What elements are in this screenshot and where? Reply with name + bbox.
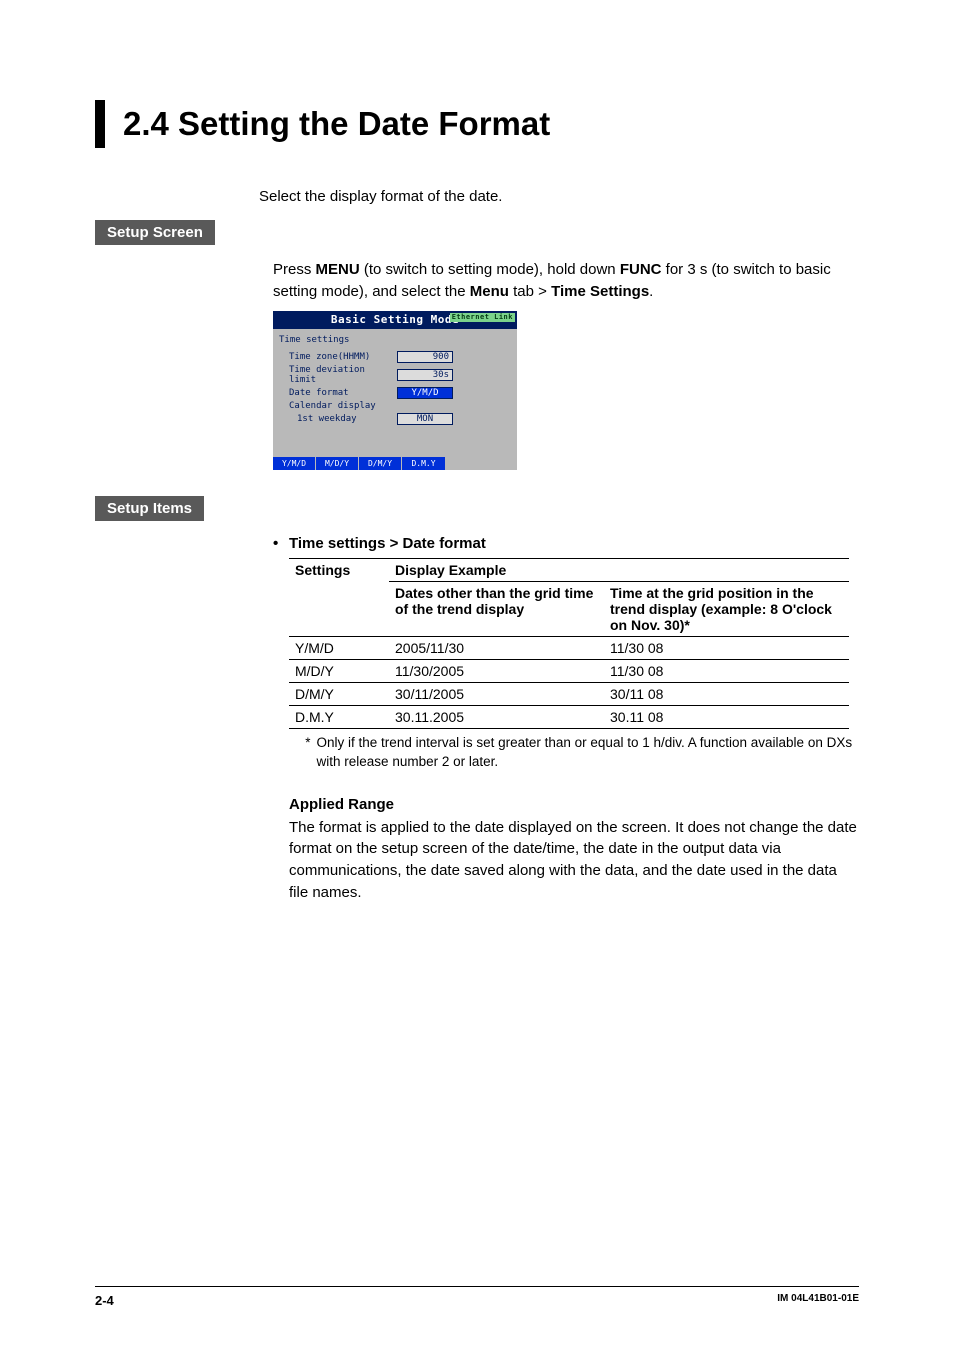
doc-id: IM 04L41B01-01E (777, 1293, 859, 1308)
kw-func: FUNC (620, 261, 662, 278)
applied-range-text: The format is applied to the date displa… (289, 817, 859, 904)
page-footer: 2-4 IM 04L41B01-01E (95, 1286, 859, 1308)
bullet-text: Time settings > Date format (289, 535, 486, 552)
footnote: * Only if the trend interval is set grea… (303, 733, 859, 772)
applied-range-heading: Applied Range (289, 796, 859, 813)
section-heading: 2.4 Setting the Date Format (95, 100, 859, 148)
device-heading: Time settings (279, 335, 511, 345)
wk-label: 1st weekday (279, 414, 397, 424)
cell-b: 11/30 08 (604, 636, 849, 659)
cell-a: 2005/11/30 (389, 636, 604, 659)
cell-s: D/M/Y (289, 682, 389, 705)
table-row: Y/M/D 2005/11/30 11/30 08 (289, 636, 849, 659)
bullet-row: • Time settings > Date format (273, 535, 859, 552)
cell-a: 11/30/2005 (389, 659, 604, 682)
kw-timesettings: Time Settings (551, 283, 649, 300)
th-col1: Dates other than the grid time of the tr… (389, 581, 604, 636)
heading-bar (95, 100, 105, 148)
softkey-dmy[interactable]: D/M/Y (359, 457, 402, 470)
tz-label: Time zone(HHMM) (279, 352, 397, 362)
date-format-table: Settings Display Example Dates other tha… (289, 558, 849, 729)
cell-s: M/D/Y (289, 659, 389, 682)
setup-items-label: Setup Items (95, 496, 204, 521)
cell-s: D.M.Y (289, 705, 389, 728)
row-dateformat: Date format Y/M/D (279, 387, 511, 399)
softkey-mdy[interactable]: M/D/Y (316, 457, 359, 470)
page: 2.4 Setting the Date Format Select the d… (0, 0, 954, 1350)
setup-screen-label: Setup Screen (95, 220, 215, 245)
fmt-label: Date format (279, 388, 397, 398)
device-body: Time settings Time zone(HHMM) 900 Time d… (273, 329, 517, 457)
fmt-field-selected[interactable]: Y/M/D (397, 387, 453, 399)
row-calendar: Calendar display (279, 401, 511, 411)
softkey-d-m-y[interactable]: D.M.Y (402, 457, 445, 470)
device-title-bar: Basic Setting Mode Ethernet Link (273, 311, 517, 329)
device-softkeys: Y/M/D M/D/Y D/M/Y D.M.Y (273, 457, 517, 470)
th-settings: Settings (289, 558, 389, 636)
cell-s: Y/M/D (289, 636, 389, 659)
footnote-text: Only if the trend interval is set greate… (317, 733, 859, 772)
wk-field[interactable]: MON (397, 413, 453, 425)
device-screenshot: Basic Setting Mode Ethernet Link Time se… (273, 311, 517, 470)
t: . (649, 283, 653, 300)
cell-a: 30/11/2005 (389, 682, 604, 705)
footnote-mark: * (303, 733, 317, 772)
th-example: Display Example (389, 558, 849, 581)
dev-label: Time deviation limit (279, 365, 397, 385)
cell-a: 30.11.2005 (389, 705, 604, 728)
bullet-icon: • (273, 535, 289, 552)
softkey-ymd[interactable]: Y/M/D (273, 457, 316, 470)
th-col2: Time at the grid position in the trend d… (604, 581, 849, 636)
cal-label: Calendar display (279, 401, 397, 411)
device-title: Basic Setting Mode (331, 313, 459, 326)
table-row: D/M/Y 30/11/2005 30/11 08 (289, 682, 849, 705)
row-timezone: Time zone(HHMM) 900 (279, 351, 511, 363)
heading-text: 2.4 Setting the Date Format (123, 105, 550, 143)
row-deviation: Time deviation limit 30s (279, 365, 511, 385)
row-weekday: 1st weekday MON (279, 413, 511, 425)
body: Select the display format of the date. S… (259, 188, 859, 904)
kw-menu2: Menu (470, 283, 509, 300)
t: (to switch to setting mode), hold down (360, 261, 620, 278)
cell-b: 11/30 08 (604, 659, 849, 682)
tz-field[interactable]: 900 (397, 351, 453, 363)
intro-text: Select the display format of the date. (259, 188, 859, 205)
t: Press (273, 261, 316, 278)
setup-instructions: Press MENU (to switch to setting mode), … (273, 259, 859, 303)
kw-menu: MENU (316, 261, 360, 278)
cell-b: 30.11 08 (604, 705, 849, 728)
dev-field[interactable]: 30s (397, 369, 453, 381)
t: tab > (509, 283, 551, 300)
table-row: D.M.Y 30.11.2005 30.11 08 (289, 705, 849, 728)
table-row: M/D/Y 11/30/2005 11/30 08 (289, 659, 849, 682)
page-number: 2-4 (95, 1293, 114, 1308)
cell-b: 30/11 08 (604, 682, 849, 705)
ethernet-link-badge: Ethernet Link (450, 313, 515, 322)
